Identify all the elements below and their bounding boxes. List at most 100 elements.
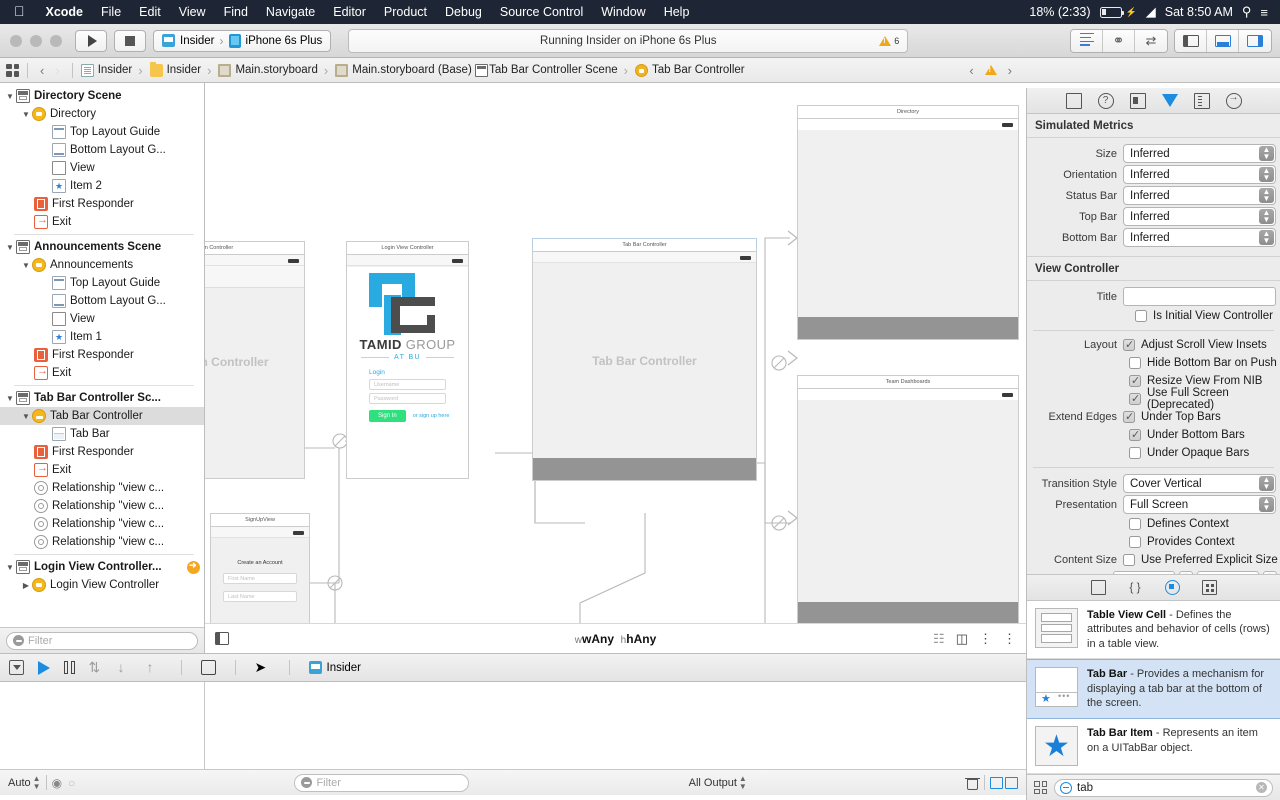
sign-up-link[interactable]: or sign up here: [413, 413, 450, 419]
checkbox-is-initial[interactable]: Is Initial View Controller: [1027, 307, 1280, 325]
panel-toggle-group[interactable]: [1174, 28, 1272, 53]
clock[interactable]: Sat 8:50 AM: [1165, 5, 1233, 19]
checkbox-defines-context[interactable]: Defines Context: [1027, 515, 1280, 533]
menu-item-debug[interactable]: Debug: [436, 5, 491, 19]
storyboard-outline[interactable]: ▼ Directory Scene ▼ Directory Top Layout…: [0, 83, 204, 627]
scene-directory[interactable]: Directory: [797, 105, 1019, 340]
quick-help-icon[interactable]: ?: [1097, 92, 1114, 109]
outline-item-tab-item-1[interactable]: ★ Item 1: [0, 328, 204, 346]
notification-center-icon[interactable]: ≡: [1260, 5, 1268, 20]
disclosure-triangle[interactable]: ▼: [20, 412, 32, 421]
checkbox[interactable]: [1129, 357, 1141, 369]
scene-signup-view[interactable]: SignUpView Create an Account First Name …: [210, 513, 310, 623]
scene-tab-bar-controller[interactable]: Tab Bar Controller Tab Bar Controller: [532, 238, 757, 481]
library-search-input[interactable]: tab ✕: [1054, 778, 1273, 797]
library-view-mode-icon[interactable]: [1034, 781, 1047, 794]
outline-exit[interactable]: Exit: [0, 364, 204, 382]
outline-relationship-3[interactable]: Relationship "view c...: [0, 515, 204, 533]
disclosure-triangle[interactable]: ▶: [20, 581, 32, 590]
auto-scope-label[interactable]: Auto: [8, 777, 31, 789]
scheme-selector[interactable]: Insider › iPhone 6s Plus: [153, 29, 332, 52]
apple-menu-icon[interactable]: : [8, 3, 37, 21]
location-simulate-icon[interactable]: ➤: [255, 660, 270, 675]
breadcrumb-item-project[interactable]: Insider: [80, 63, 132, 77]
navigator-filter-input[interactable]: Filter: [6, 631, 198, 650]
editor-mode-group[interactable]: ⚭ ⇄: [1070, 28, 1168, 53]
checkbox-hide-bottom-bar-on-push[interactable]: Hide Bottom Bar on Push: [1027, 354, 1280, 372]
step-out-icon[interactable]: ↑: [147, 660, 162, 675]
back-button[interactable]: ‹: [36, 63, 48, 78]
pause-button-icon[interactable]: [64, 661, 75, 674]
identity-inspector-icon[interactable]: [1129, 92, 1146, 109]
auto-layout-pin-icon[interactable]: ⋮: [979, 631, 992, 647]
password-field[interactable]: Password: [369, 393, 446, 404]
checkbox-under-opaque-bars[interactable]: Under Opaque Bars: [1027, 444, 1280, 462]
size-select[interactable]: Inferred ▲ ▼: [1123, 144, 1276, 163]
scene-screen[interactable]: TAMID GROUP AT BU Login Username Passwor…: [346, 254, 469, 479]
forward-button[interactable]: ›: [51, 63, 63, 78]
output-scope-stepper[interactable]: ▲ ▼: [739, 775, 747, 790]
related-items-icon[interactable]: [6, 63, 19, 77]
connections-inspector-icon[interactable]: [1225, 92, 1242, 109]
outline-scene-announcements[interactable]: ▼ Announcements Scene: [0, 238, 204, 256]
checkbox[interactable]: [1129, 374, 1141, 387]
outline-item-bottom-layout-guide[interactable]: Bottom Layout G...: [0, 141, 204, 159]
outline-scene-login-view-controller[interactable]: ▼ Login View Controller...: [0, 558, 204, 576]
warning-badge[interactable]: 6: [879, 35, 899, 46]
toggle-inspector-button[interactable]: [1239, 29, 1271, 52]
title-input[interactable]: [1123, 287, 1276, 306]
menu-item-window[interactable]: Window: [592, 5, 654, 19]
menu-item-file[interactable]: File: [92, 5, 130, 19]
hide-debug-area-icon[interactable]: [9, 660, 24, 675]
output-scope-label[interactable]: All Output: [689, 777, 737, 789]
stepper-icon[interactable]: ▲ ▼: [1259, 166, 1274, 182]
media-library-icon[interactable]: [1201, 579, 1217, 595]
presentation-select[interactable]: Full Screen ▲ ▼: [1123, 495, 1276, 514]
checkbox[interactable]: [1129, 518, 1141, 530]
first-name-field[interactable]: First Name: [223, 573, 297, 584]
clear-console-icon[interactable]: [965, 776, 980, 790]
last-name-field[interactable]: Last Name: [223, 591, 297, 602]
checkbox-adjust-scroll-view-insets[interactable]: Layout Adjust Scroll View Insets: [1027, 336, 1280, 354]
battery-icon[interactable]: [1099, 6, 1125, 18]
menu-item-edit[interactable]: Edit: [130, 5, 170, 19]
toggle-document-outline-icon[interactable]: [215, 632, 229, 645]
scene-screen[interactable]: Create an Account First Name Last Name: [210, 526, 310, 623]
outline-item-view[interactable]: View: [0, 310, 204, 328]
menu-item-source-control[interactable]: Source Control: [491, 5, 592, 19]
issue-warning-icon[interactable]: [984, 65, 997, 75]
outline-first-responder[interactable]: First Responder: [0, 443, 204, 461]
library-item-table-view-cell[interactable]: Table View Cell - Defines the attributes…: [1027, 601, 1280, 660]
assistant-editor-icon[interactable]: ⚭: [1103, 29, 1135, 52]
transition-style-select[interactable]: Cover Vertical ▲ ▼: [1123, 474, 1276, 493]
outline-first-responder[interactable]: First Responder: [0, 195, 204, 213]
menu-item-find[interactable]: Find: [215, 5, 257, 19]
toggle-navigator-button[interactable]: [1175, 29, 1207, 52]
stepper-icon[interactable]: ▲ ▼: [1259, 208, 1274, 224]
outline-controller-announcements[interactable]: ▼ Announcements: [0, 256, 204, 274]
version-editor-icon[interactable]: ⇄: [1135, 29, 1167, 52]
view-debugging-icon[interactable]: [200, 660, 216, 675]
outline-scene-directory[interactable]: ▼ Directory Scene: [0, 87, 204, 105]
checkbox[interactable]: [1123, 338, 1135, 351]
outline-scene-tab-bar-controller[interactable]: ▼ Tab Bar Controller Sc...: [0, 389, 204, 407]
storyboard-canvas[interactable]: Navigation Controller Navigation Control…: [205, 83, 1026, 623]
checkbox[interactable]: [1129, 428, 1141, 441]
auto-layout-align-icon[interactable]: ◫: [956, 631, 968, 647]
outline-relationship-1[interactable]: Relationship "view c...: [0, 479, 204, 497]
scene-screen[interactable]: [797, 388, 1019, 623]
disclosure-triangle[interactable]: ▼: [4, 92, 16, 101]
breadcrumb-item-storyboard[interactable]: Main.storyboard: [204, 63, 318, 78]
stepper-icon[interactable]: ▲ ▼: [1259, 187, 1274, 203]
attributes-inspector-icon[interactable]: [1161, 94, 1178, 107]
outline-controller-directory[interactable]: ▼ Directory: [0, 105, 204, 123]
checkbox[interactable]: [1129, 447, 1141, 459]
sign-in-button[interactable]: Sign In: [369, 410, 406, 422]
size-class-selector[interactable]: wwAny hhAny: [575, 632, 656, 646]
breadcrumb-item-scene[interactable]: Tab Bar Controller Scene: [474, 63, 618, 78]
stepper-icon[interactable]: ▲ ▼: [1259, 496, 1274, 512]
step-over-icon[interactable]: ⇅: [89, 660, 104, 675]
disclosure-triangle[interactable]: ▼: [4, 394, 16, 403]
outline-exit[interactable]: Exit: [0, 461, 204, 479]
library-item-tab-bar-item[interactable]: ★ Tab Bar Item - Represents an item on a…: [1027, 719, 1280, 774]
